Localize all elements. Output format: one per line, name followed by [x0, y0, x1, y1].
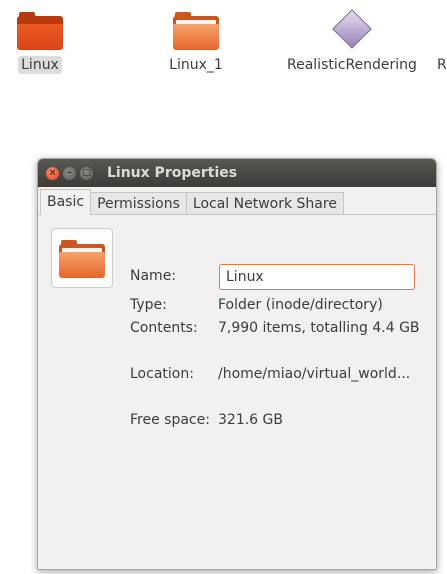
folder-icon	[17, 10, 63, 50]
type-value: Folder (inode/directory)	[218, 297, 383, 313]
free-space-value: 321.6 GB	[218, 412, 283, 428]
contents-value: 7,990 items, totalling 4.4 GB	[218, 320, 420, 336]
basic-tab-content: Name: Type: Folder (inode/directory) Con…	[38, 215, 436, 555]
folder-icon	[173, 10, 219, 50]
maximize-icon: □	[82, 167, 91, 178]
name-field[interactable]	[219, 264, 415, 290]
name-label: Name:	[130, 268, 177, 284]
file-item-partial[interactable]: R	[434, 10, 447, 74]
file-item-linux-1[interactable]: Linux_1	[166, 10, 226, 74]
file-item-linux[interactable]: Linux	[16, 10, 64, 74]
tab-bar: Basic Permissions Local Network Share	[38, 189, 436, 215]
folder-preview[interactable]	[51, 228, 113, 288]
file-label: RealisticRendering	[287, 57, 417, 73]
file-label: Linux_1	[169, 57, 223, 73]
type-label: Type:	[130, 297, 167, 313]
tab-basic[interactable]: Basic	[40, 189, 92, 215]
file-label: Linux	[18, 56, 62, 74]
minimize-button[interactable]: –	[63, 166, 76, 180]
location-label: Location:	[130, 366, 194, 382]
location-value[interactable]: /home/miao/virtual_world...	[218, 366, 418, 382]
properties-dialog: × – □ Linux Properties Basic Permissions…	[37, 158, 437, 570]
close-button[interactable]: ×	[46, 166, 59, 180]
contents-label: Contents:	[130, 320, 198, 336]
file-label: R	[437, 57, 447, 73]
file-item-realisticrendering[interactable]: RealisticRendering	[284, 9, 417, 74]
close-icon: ×	[48, 167, 57, 178]
tab-permissions[interactable]: Permissions	[90, 192, 187, 214]
tab-local-network-share[interactable]: Local Network Share	[185, 192, 344, 214]
titlebar[interactable]: × – □ Linux Properties	[38, 159, 436, 187]
file-icon	[434, 10, 447, 50]
maximize-button[interactable]: □	[80, 166, 93, 180]
minimize-icon: –	[67, 167, 72, 178]
free-space-label: Free space:	[130, 412, 210, 428]
folder-icon	[59, 238, 105, 278]
blender-file-icon	[330, 9, 372, 50]
dialog-title: Linux Properties	[107, 165, 238, 181]
